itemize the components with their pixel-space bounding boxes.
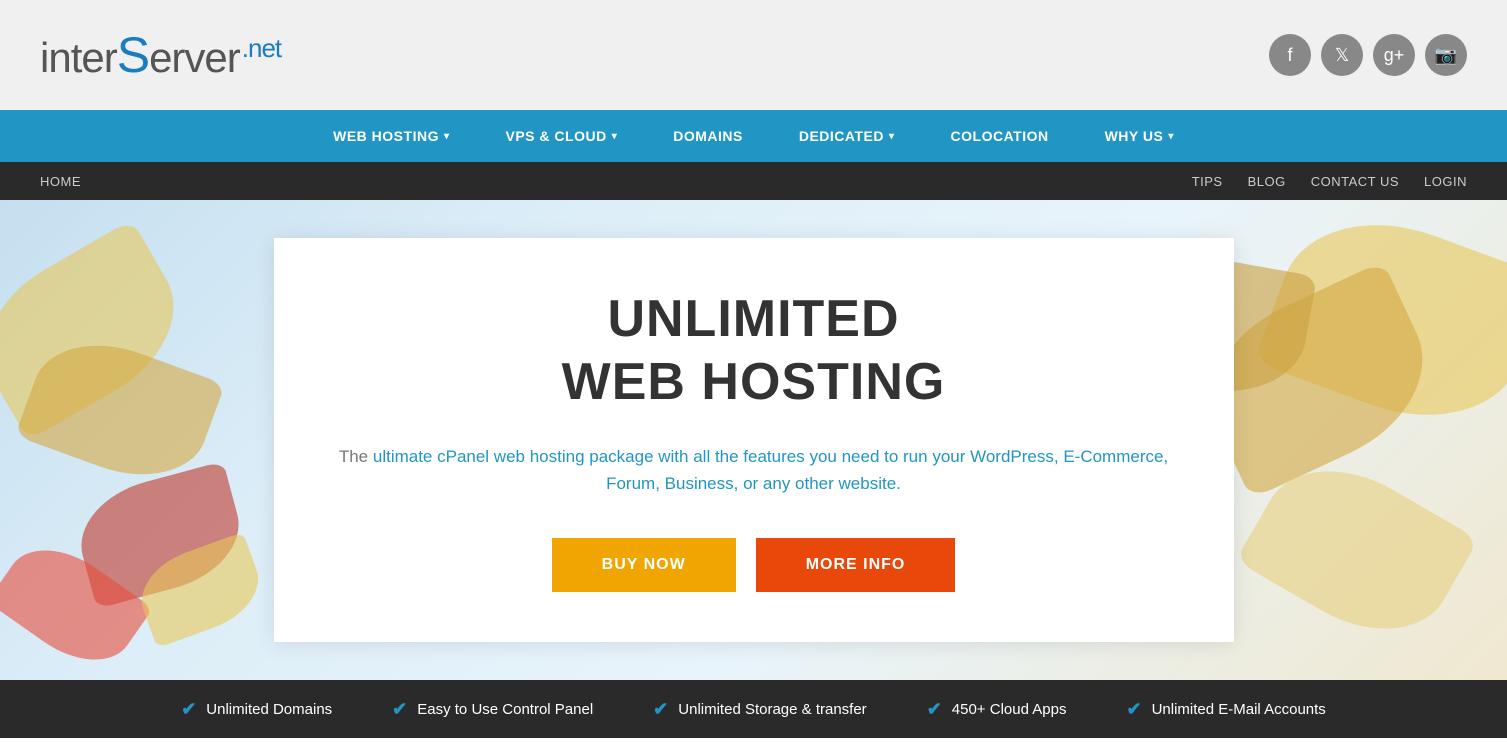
googleplus-icon[interactable]: g+	[1373, 34, 1415, 76]
check-icon-5: ✔	[1126, 699, 1141, 720]
nav-web-hosting[interactable]: WEB HOSTING ▾	[305, 110, 477, 162]
subnav-blog[interactable]: BLOG	[1238, 162, 1296, 200]
features-bar: ✔ Unlimited Domains ✔ Easy to Use Contro…	[0, 680, 1507, 738]
web-hosting-caret: ▾	[444, 131, 450, 142]
twitter-icon[interactable]: 𝕏	[1321, 34, 1363, 76]
check-icon-2: ✔	[392, 699, 407, 720]
vps-cloud-caret: ▾	[612, 131, 618, 142]
subnav: Home TIPS BLOG CONTACT US LOGIN	[0, 162, 1507, 200]
buy-now-button[interactable]: BUY NOW	[552, 538, 736, 592]
instagram-icon[interactable]: 📷	[1425, 34, 1467, 76]
feature-unlimited-email: ✔ Unlimited E-Mail Accounts	[1126, 699, 1325, 720]
why-us-caret: ▾	[1168, 131, 1174, 142]
logo[interactable]: interServer.net	[40, 26, 281, 84]
feature-cloud-apps: ✔ 450+ Cloud Apps	[927, 699, 1067, 720]
hero-title: UNLIMITED WEB HOSTING	[334, 288, 1174, 413]
feature-unlimited-domains: ✔ Unlimited Domains	[181, 699, 332, 720]
more-info-button[interactable]: MORE INFO	[756, 538, 956, 592]
check-icon-1: ✔	[181, 699, 196, 720]
subnav-right: TIPS BLOG CONTACT US LOGIN	[1182, 162, 1477, 200]
nav-vps-cloud[interactable]: VPS & CLOUD ▾	[478, 110, 646, 162]
nav-dedicated[interactable]: DEDICATED ▾	[771, 110, 923, 162]
subnav-contact-us[interactable]: CONTACT US	[1301, 162, 1409, 200]
feature-unlimited-storage: ✔ Unlimited Storage & transfer	[653, 699, 867, 720]
subnav-home[interactable]: Home	[30, 162, 91, 200]
subnav-login[interactable]: LOGIN	[1414, 162, 1477, 200]
subnav-tips[interactable]: TIPS	[1182, 162, 1233, 200]
dedicated-caret: ▾	[889, 131, 895, 142]
hero-subtitle: The ultimate cPanel web hosting package …	[334, 443, 1174, 497]
facebook-icon[interactable]: f	[1269, 34, 1311, 76]
nav-colocation[interactable]: COLOCATION	[923, 110, 1077, 162]
main-nav: WEB HOSTING ▾ VPS & CLOUD ▾ DOMAINS DEDI…	[0, 110, 1507, 162]
check-icon-4: ✔	[927, 699, 942, 720]
social-icons-container: f 𝕏 g+ 📷	[1269, 34, 1467, 76]
hero-section: UNLIMITED WEB HOSTING The ultimate cPane…	[0, 200, 1507, 680]
nav-why-us[interactable]: WHY US ▾	[1077, 110, 1202, 162]
logo-text: interServer.net	[40, 26, 281, 84]
hero-card: UNLIMITED WEB HOSTING The ultimate cPane…	[274, 238, 1234, 641]
page-header: interServer.net f 𝕏 g+ 📷	[0, 0, 1507, 110]
feature-easy-cpanel: ✔ Easy to Use Control Panel	[392, 699, 593, 720]
hero-buttons: BUY NOW MORE INFO	[334, 538, 1174, 592]
nav-domains[interactable]: DOMAINS	[645, 110, 771, 162]
check-icon-3: ✔	[653, 699, 668, 720]
subnav-left: Home	[30, 162, 91, 200]
